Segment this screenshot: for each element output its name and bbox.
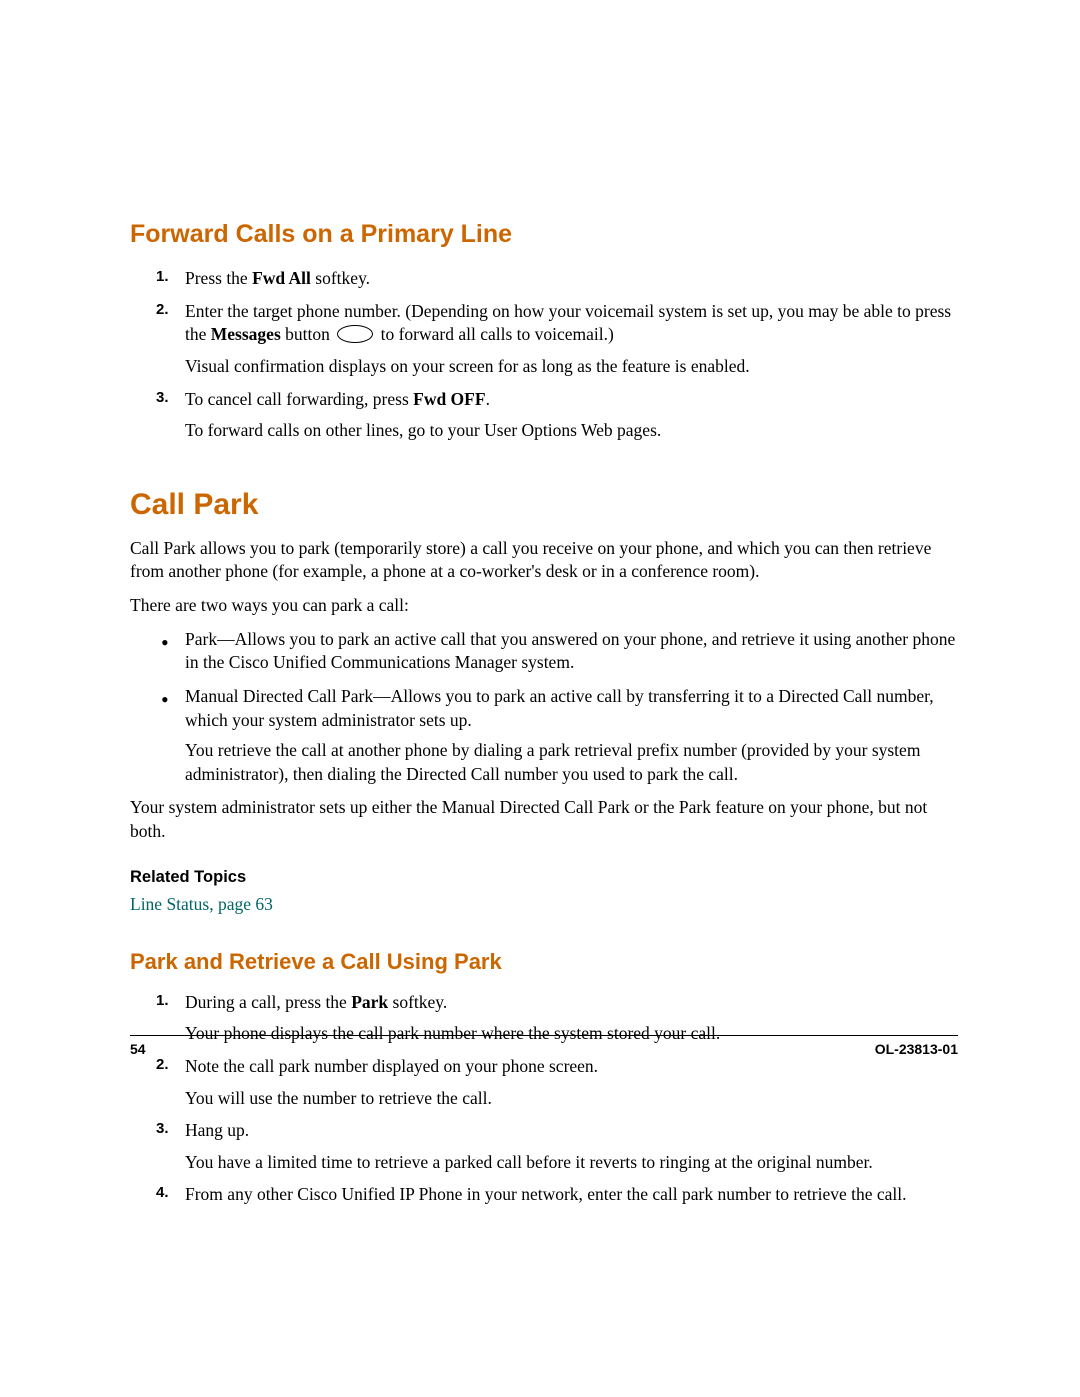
- heading-forward-calls: Forward Calls on a Primary Line: [130, 220, 958, 249]
- step-3: 3. Hang up. You have a limited time to r…: [160, 1119, 958, 1174]
- step-num: 2.: [156, 1055, 169, 1075]
- bullet-item: Park—Allows you to park an active call t…: [160, 628, 958, 675]
- doc-id: OL-23813-01: [875, 1041, 958, 1057]
- step-extra: You have a limited time to retrieve a pa…: [185, 1151, 958, 1175]
- step-text: To cancel call forwarding, press Fwd OFF…: [185, 389, 490, 409]
- heading-park-retrieve: Park and Retrieve a Call Using Park: [130, 949, 958, 975]
- step-num: 3.: [156, 388, 169, 408]
- steps-list-park: 1. During a call, press the Park softkey…: [160, 991, 958, 1207]
- step-2: 2. Note the call park number displayed o…: [160, 1055, 958, 1110]
- step-2: 2. Enter the target phone number. (Depen…: [160, 300, 958, 379]
- step-num: 3.: [156, 1119, 169, 1139]
- step-extra: Visual confirmation displays on your scr…: [185, 355, 958, 379]
- step-text: From any other Cisco Unified IP Phone in…: [185, 1184, 907, 1204]
- bullet-list: Park—Allows you to park an active call t…: [160, 628, 958, 787]
- step-text: Hang up.: [185, 1120, 249, 1140]
- bullet-item: Manual Directed Call Park—Allows you to …: [160, 685, 958, 787]
- step-text: Enter the target phone number. (Dependin…: [185, 301, 951, 345]
- bullet-text: Manual Directed Call Park—Allows you to …: [185, 686, 934, 730]
- step-num: 4.: [156, 1183, 169, 1203]
- paragraph: There are two ways you can park a call:: [130, 594, 958, 618]
- step-num: 2.: [156, 300, 169, 320]
- page-number: 54: [130, 1041, 146, 1057]
- paragraph: Call Park allows you to park (temporaril…: [130, 537, 958, 584]
- step-num: 1.: [156, 991, 169, 1011]
- related-topics-heading: Related Topics: [130, 868, 958, 887]
- related-link[interactable]: Line Status, page 63: [130, 894, 273, 914]
- step-text: Note the call park number displayed on y…: [185, 1056, 598, 1076]
- messages-button-icon: [337, 325, 373, 343]
- heading-call-park: Call Park: [130, 488, 958, 522]
- bullet-text: Park—Allows you to park an active call t…: [185, 629, 955, 673]
- paragraph: Your system administrator sets up either…: [130, 796, 958, 843]
- step-text: Press the Fwd All softkey.: [185, 268, 370, 288]
- steps-list-forward: 1. Press the Fwd All softkey. 2. Enter t…: [160, 267, 958, 443]
- step-extra: You will use the number to retrieve the …: [185, 1087, 958, 1111]
- step-text: During a call, press the Park softkey.: [185, 992, 447, 1012]
- step-num: 1.: [156, 267, 169, 287]
- bullet-sub: You retrieve the call at another phone b…: [185, 739, 958, 786]
- step-1: 1. Press the Fwd All softkey.: [160, 267, 958, 291]
- step-extra: To forward calls on other lines, go to y…: [185, 419, 958, 443]
- step-3: 3. To cancel call forwarding, press Fwd …: [160, 388, 958, 443]
- page-footer: 54 OL-23813-01: [130, 1035, 958, 1057]
- step-4: 4. From any other Cisco Unified IP Phone…: [160, 1183, 958, 1207]
